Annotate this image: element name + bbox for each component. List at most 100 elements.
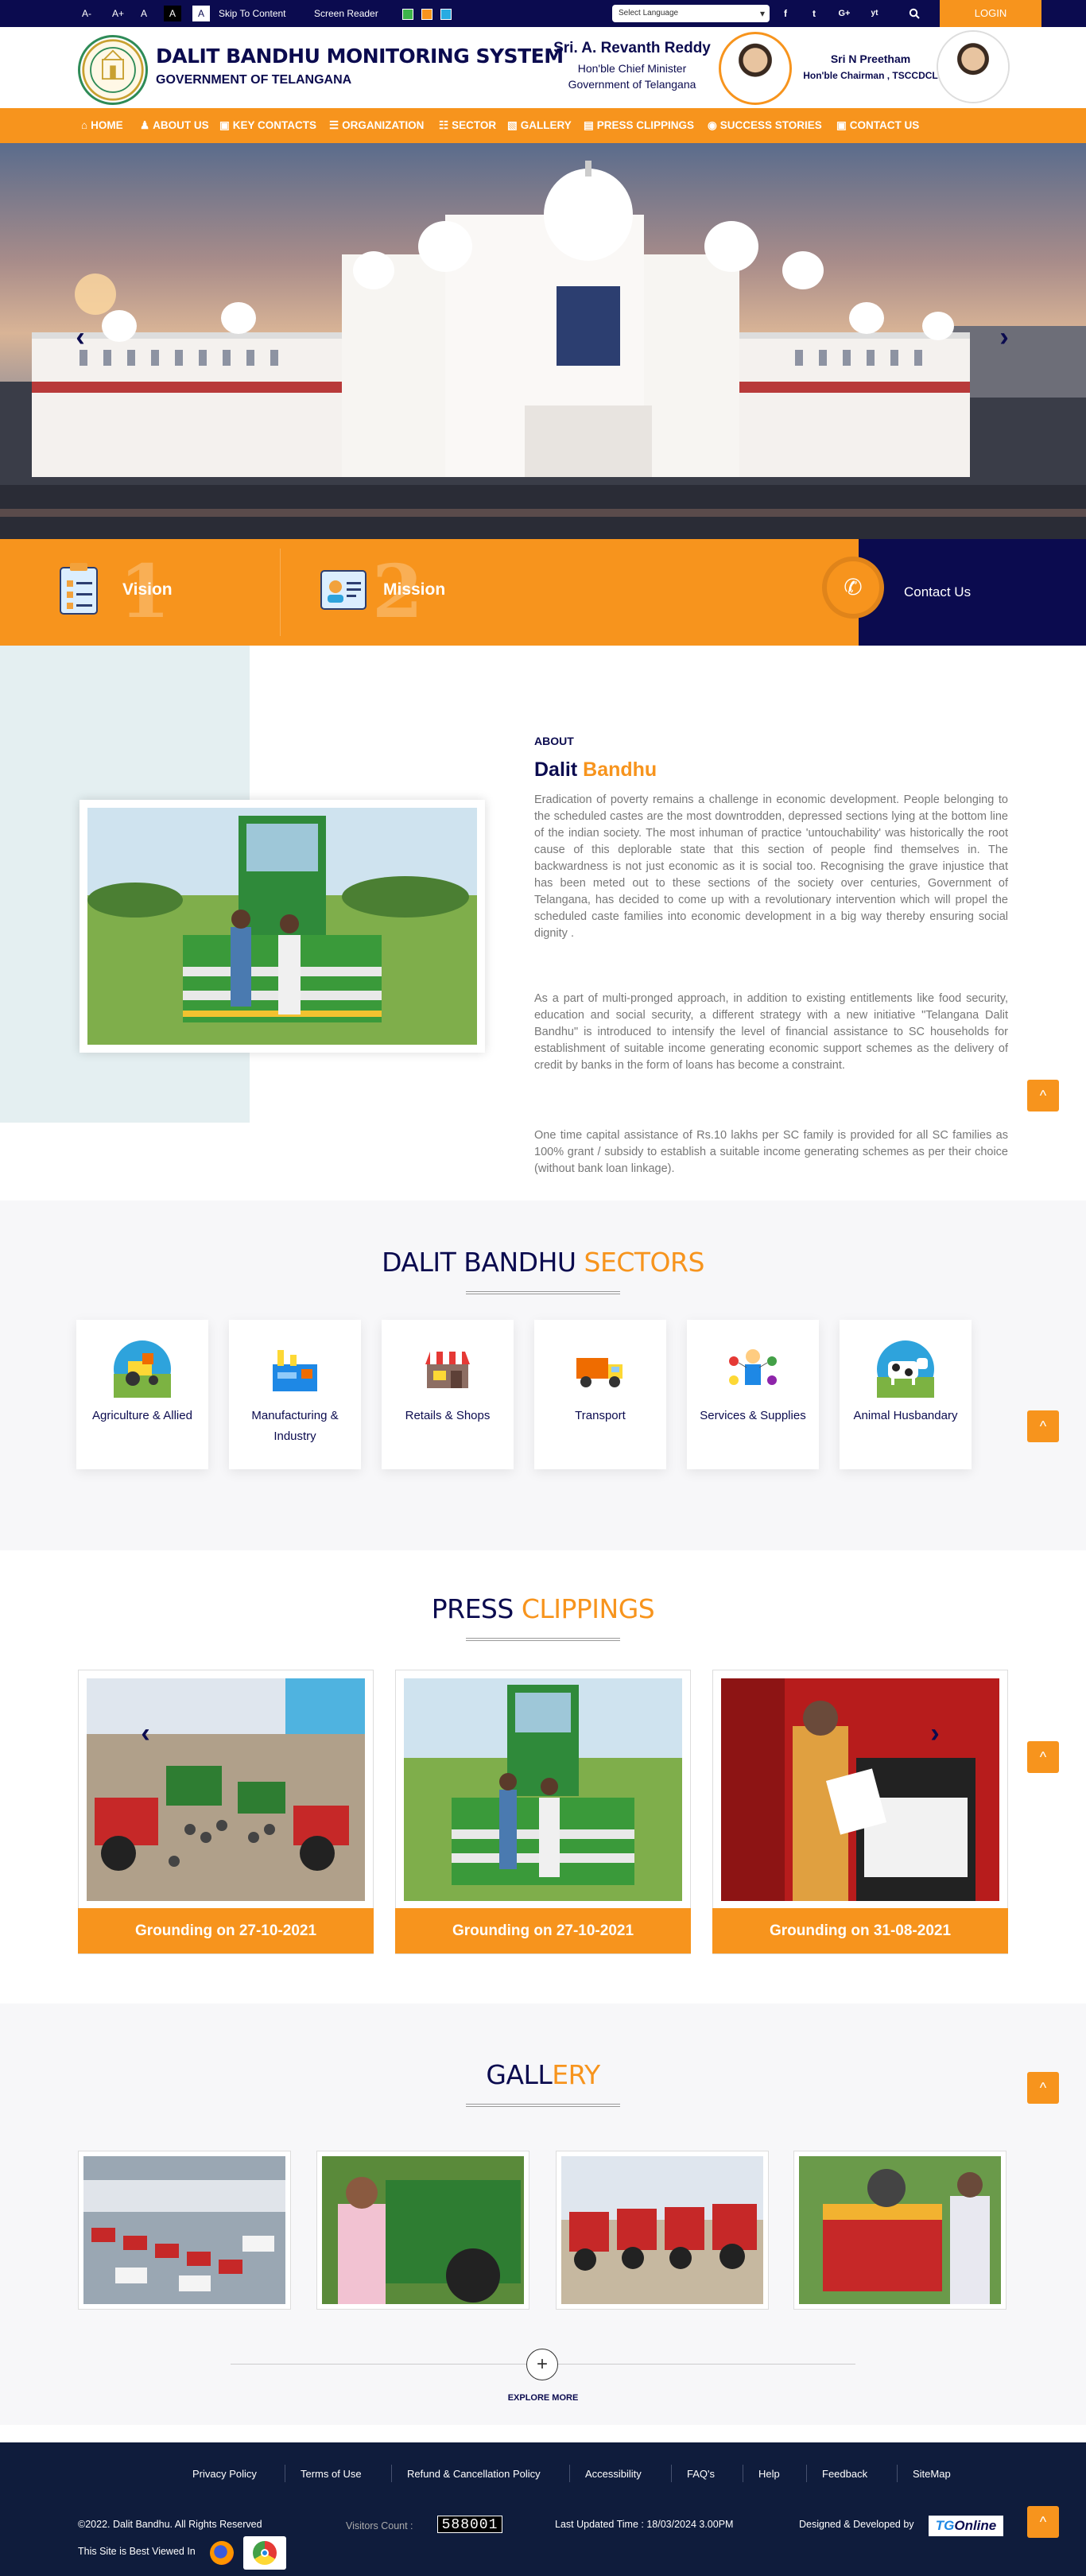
- newspaper-icon: ▤: [584, 119, 594, 131]
- plus-icon[interactable]: +: [526, 2349, 558, 2380]
- twitter-icon[interactable]: t: [806, 6, 822, 21]
- gallery-heading: GALLERY: [0, 2059, 1086, 2090]
- gallery-item-3[interactable]: [556, 2151, 769, 2310]
- vision-link[interactable]: Vision: [122, 580, 173, 599]
- tgonline-logo[interactable]: TGOnline: [929, 2516, 1003, 2536]
- hero-prev-arrow[interactable]: ‹: [70, 321, 91, 353]
- skip-to-content-link[interactable]: Skip To Content: [215, 6, 290, 21]
- press-next-arrow[interactable]: ›: [925, 1717, 945, 1749]
- gallery-item-1[interactable]: [78, 2151, 291, 2310]
- sector-card[interactable]: Services & Supplies: [687, 1320, 819, 1469]
- google-plus-icon[interactable]: G+: [836, 6, 852, 21]
- nav-item-organization[interactable]: ☰ ORGANIZATION: [329, 108, 424, 143]
- gallery-heading-underline: [466, 2104, 620, 2107]
- nav-item-press-clippings[interactable]: ▤ PRESS CLIPPINGS: [584, 108, 694, 143]
- nav-item-success-stories[interactable]: ◉ SUCCESS STORIES: [708, 108, 822, 143]
- scroll-top-button[interactable]: ^: [1027, 2506, 1059, 2538]
- press-heading-part2: CLIPPINGS: [521, 1593, 655, 1624]
- gallery-item-2[interactable]: [316, 2151, 529, 2310]
- youtube-icon[interactable]: yt: [867, 6, 882, 21]
- table-icon: ☷: [439, 119, 449, 131]
- scroll-top-button[interactable]: ^: [1027, 2072, 1059, 2104]
- scroll-top-button[interactable]: ^: [1027, 1080, 1059, 1111]
- vehicle-fleet-photo: [83, 2156, 285, 2304]
- login-button[interactable]: LOGIN: [940, 0, 1041, 27]
- footer-link-terms-of-use[interactable]: Terms of Use: [301, 2468, 362, 2480]
- strip-divider: [280, 549, 281, 636]
- hero-slider: [0, 143, 1086, 539]
- nav-item-contact-us[interactable]: ▣ CONTACT US: [836, 108, 919, 143]
- tgonline-logo-part1: TG: [935, 2518, 955, 2533]
- press-prev-arrow[interactable]: ‹: [135, 1717, 156, 1749]
- press-heading-underline: [466, 1638, 620, 1641]
- sector-card[interactable]: Manufacturing & Industry: [229, 1320, 361, 1469]
- press-caption-1[interactable]: Grounding on 27-10-2021: [78, 1908, 374, 1953]
- sector-card[interactable]: Agriculture & Allied: [76, 1320, 208, 1469]
- cm-name: Sri. A. Revanth Reddy: [553, 40, 711, 56]
- telangana-emblem-logo[interactable]: [78, 35, 148, 105]
- nav-item-label: SUCCESS STORIES: [719, 119, 822, 131]
- sector-card[interactable]: Transport: [534, 1320, 666, 1469]
- about-paragraph-1: Eradication of poverty remains a challen…: [534, 793, 1008, 940]
- sector-card[interactable]: Retails & Shops: [382, 1320, 514, 1469]
- nav-item-home[interactable]: ⌂ HOME: [81, 108, 123, 143]
- visitors-label: Visitors Count :: [346, 2520, 413, 2531]
- sector-label: Animal Husbandary: [853, 1409, 958, 1422]
- cow-icon: [877, 1340, 934, 1398]
- explore-more-link[interactable]: EXPLORE MORE: [477, 2393, 609, 2403]
- press-caption-2[interactable]: Grounding on 27-10-2021: [395, 1908, 691, 1953]
- footer-link-help[interactable]: Help: [758, 2468, 780, 2480]
- chrome-icon-center: [261, 2549, 269, 2557]
- theme-green-swatch[interactable]: [402, 9, 413, 20]
- press-caption-3[interactable]: Grounding on 31-08-2021: [712, 1908, 1008, 1953]
- search-icon[interactable]: [906, 6, 922, 21]
- hero-next-arrow[interactable]: ›: [994, 321, 1014, 353]
- harvester-photo: [87, 808, 477, 1045]
- footer-link-feedback[interactable]: Feedback: [822, 2468, 867, 2480]
- screen-reader-link[interactable]: Screen Reader: [310, 6, 382, 21]
- sectors-heading-underline: [466, 1291, 620, 1294]
- footer-link-sitemap[interactable]: SiteMap: [913, 2468, 951, 2480]
- top-bar: [0, 0, 1086, 27]
- nav-item-gallery[interactable]: ▧ GALLERY: [507, 108, 572, 143]
- sector-label: Manufacturing & Industry: [251, 1409, 339, 1443]
- firefox-icon: [210, 2541, 234, 2565]
- secretariat-building-photo: [0, 161, 1086, 539]
- chairman-name: Sri N Preetham: [830, 52, 911, 65]
- sectors-heading: DALIT BANDHU SECTORS: [0, 1247, 1086, 1278]
- gallery-heading-part1: GALL: [486, 2059, 553, 2090]
- last-updated-text: Last Updated Time : 18/03/2024 3.00PM: [555, 2519, 734, 2530]
- sector-card[interactable]: Animal Husbandary: [840, 1320, 972, 1469]
- footer-link-faq-s[interactable]: FAQ's: [687, 2468, 715, 2480]
- sector-label: Transport: [575, 1409, 626, 1422]
- about-label: ABOUT: [534, 735, 574, 747]
- scroll-top-button[interactable]: ^: [1027, 1410, 1059, 1442]
- language-select[interactable]: Select Language: [612, 5, 770, 22]
- facebook-icon[interactable]: f: [778, 6, 793, 21]
- vision-icon[interactable]: [56, 560, 107, 623]
- footer-link-refund-cancellation-policy[interactable]: Refund & Cancellation Policy: [407, 2468, 541, 2480]
- font-decrease-button[interactable]: A-: [78, 6, 95, 21]
- font-normal-button[interactable]: A: [135, 6, 153, 21]
- about-image-frame: [80, 800, 485, 1053]
- scroll-top-button[interactable]: ^: [1027, 1741, 1059, 1773]
- contrast-light-button[interactable]: A: [192, 6, 210, 21]
- nav-item-sector[interactable]: ☷ SECTOR: [439, 108, 496, 143]
- font-increase-button[interactable]: A+: [108, 6, 126, 21]
- visitors-counter: 588001: [437, 2516, 502, 2533]
- gallery-item-4[interactable]: [793, 2151, 1006, 2310]
- footer-link-accessibility[interactable]: Accessibility: [585, 2468, 642, 2480]
- mission-icon[interactable]: [318, 560, 369, 623]
- phone-icon[interactable]: ✆: [822, 557, 884, 619]
- nav-item-about-us[interactable]: ♟ ABOUT US: [140, 108, 209, 143]
- contrast-dark-button[interactable]: A: [164, 6, 181, 21]
- mission-link[interactable]: Mission: [383, 580, 445, 599]
- cm-portrait: [719, 32, 792, 105]
- footer-link-privacy-policy[interactable]: Privacy Policy: [192, 2468, 257, 2480]
- theme-orange-swatch[interactable]: [421, 9, 432, 20]
- nav-item-key-contacts[interactable]: ▣ KEY CONTACTS: [219, 108, 316, 143]
- contact-us-link[interactable]: Contact Us: [904, 584, 971, 600]
- theme-blue-swatch[interactable]: [440, 9, 452, 20]
- tractors-crowd-photo: [87, 1678, 365, 1901]
- shop-icon: [419, 1340, 476, 1398]
